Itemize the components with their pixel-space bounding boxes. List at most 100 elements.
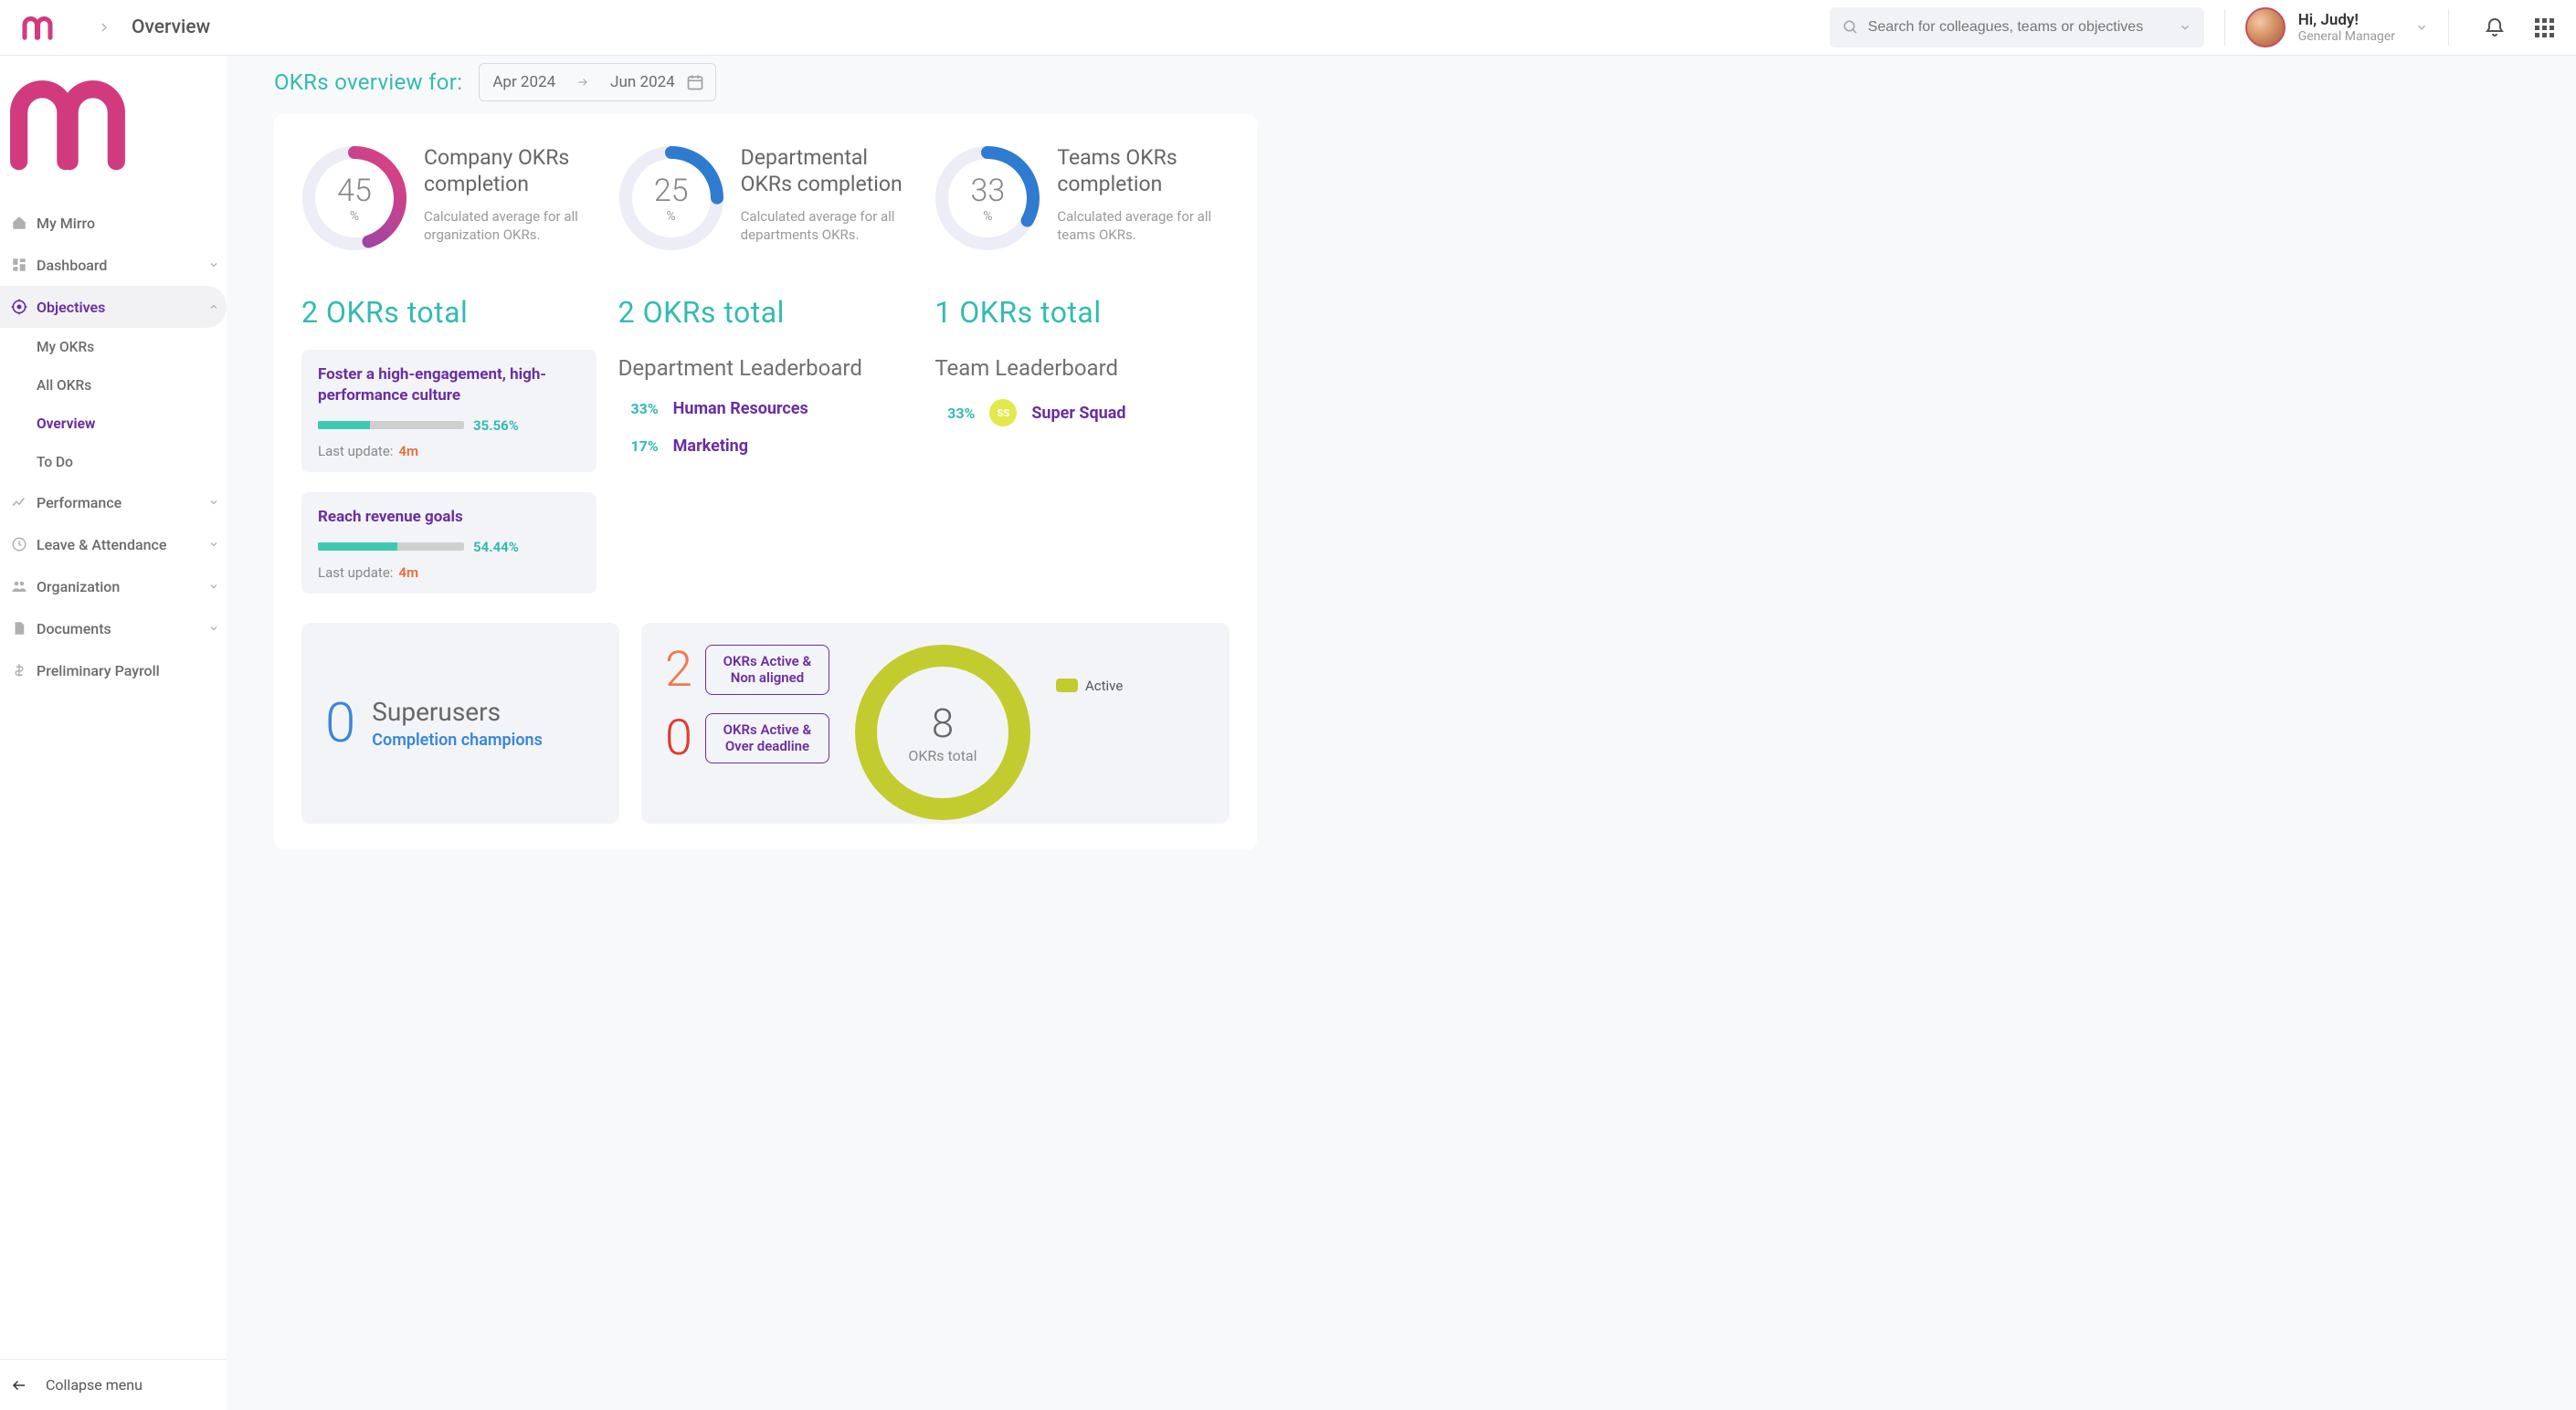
date-to: Jun 2024 xyxy=(610,73,675,91)
company-gauge-desc: Calculated average for all organization … xyxy=(424,207,596,245)
dept-gauge-desc: Calculated average for all departments O… xyxy=(741,207,913,245)
collapse-menu-button[interactable]: Collapse menu xyxy=(0,1359,227,1410)
last-update-label: Last update: xyxy=(318,443,393,459)
apps-menu-icon[interactable] xyxy=(2535,18,2554,37)
dollar-icon xyxy=(9,662,29,679)
sidebar-item-dashboard[interactable]: Dashboard xyxy=(0,244,227,286)
home-icon xyxy=(9,215,29,231)
okr-percent: 35.56% xyxy=(473,417,519,434)
arrow-right-icon xyxy=(575,76,590,89)
progress-bar xyxy=(318,542,464,551)
legend-swatch xyxy=(1056,679,1078,692)
avatar xyxy=(2245,7,2286,47)
leaderboard-pct: 33% xyxy=(934,405,975,422)
sidebar-sub-my-okrs[interactable]: My OKRs xyxy=(0,328,227,366)
sidebar-item-label: My Mirro xyxy=(37,215,95,232)
user-role: General Manager xyxy=(2298,29,2395,44)
company-gauge-value: 45 xyxy=(337,173,372,209)
okr-card[interactable]: Foster a high-engagement, high-performan… xyxy=(301,350,596,472)
okr-summary-card: 2 OKRs Active & Non aligned 0 OKRs Activ… xyxy=(641,623,1230,824)
sidebar-item-payroll[interactable]: Preliminary Payroll xyxy=(0,649,227,691)
superusers-card[interactable]: 0 Superusers Completion champions xyxy=(301,623,619,824)
okr-overview-card: 45% Company OKRs completion Calculated a… xyxy=(274,114,1257,849)
calendar-icon xyxy=(686,73,704,91)
chevron-down-icon xyxy=(2415,21,2428,34)
status-pill: OKRs Active & Over deadline xyxy=(705,713,829,764)
legend-label: Active xyxy=(1085,678,1123,694)
user-menu[interactable]: Hi, Judy! General Manager xyxy=(2245,7,2428,47)
okr-title: Reach revenue goals xyxy=(318,507,580,528)
progress-bar xyxy=(318,421,464,429)
company-completion-gauge: 45% xyxy=(301,145,407,251)
superusers-count: 0 xyxy=(325,696,355,751)
superusers-title: Superusers xyxy=(372,697,543,727)
leaderboard-row[interactable]: 33% Human Resources xyxy=(618,399,913,418)
sidebar-item-objectives[interactable]: Objectives xyxy=(0,286,227,328)
top-bar: Overview Hi, Judy! General Manager xyxy=(0,0,2576,56)
overview-title: OKRs overview for: xyxy=(274,69,462,95)
leaderboard-row[interactable]: 33% SS Super Squad xyxy=(934,399,1230,426)
team-badge: SS xyxy=(989,399,1017,426)
date-from: Apr 2024 xyxy=(492,73,555,91)
sidebar-sub-to-do[interactable]: To Do xyxy=(0,443,227,481)
okrs-total-count: 8 xyxy=(932,700,954,747)
collapse-label: Collapse menu xyxy=(46,1376,143,1394)
sidebar-item-performance[interactable]: Performance xyxy=(0,481,227,523)
leaderboard-name: Super Squad xyxy=(1031,404,1125,423)
page-title: Overview xyxy=(132,16,210,38)
teams-gauge-title: Teams OKRs completion xyxy=(1057,145,1230,198)
team-okrs-total: 1 OKRs total xyxy=(934,295,1230,330)
chevron-right-icon xyxy=(99,22,110,33)
last-update-age: 4m xyxy=(398,564,418,581)
sidebar-item-documents[interactable]: Documents xyxy=(0,607,227,649)
chevron-down-icon xyxy=(208,497,219,508)
okrs-total-ring: 8 OKRs total xyxy=(851,641,1034,824)
target-icon xyxy=(9,298,29,316)
legend-active: Active xyxy=(1056,678,1123,694)
notifications-button[interactable] xyxy=(2476,9,2513,46)
last-update-age: 4m xyxy=(398,443,418,459)
search-input[interactable] xyxy=(1868,19,2179,36)
leaderboard-name: Marketing xyxy=(673,437,748,456)
chevron-down-icon xyxy=(208,539,219,550)
arrow-left-icon xyxy=(9,1377,29,1394)
dashboard-icon xyxy=(9,257,29,273)
brand-logo[interactable] xyxy=(0,72,227,185)
bell-icon xyxy=(2484,16,2506,38)
dept-gauge-title: Departmental OKRs completion xyxy=(741,145,913,198)
status-pill: OKRs Active & Non aligned xyxy=(705,645,829,696)
status-active-overdeadline[interactable]: 0 OKRs Active & Over deadline xyxy=(665,710,829,767)
departmental-gauge-block: 25% Departmental OKRs completion Calcula… xyxy=(618,145,913,251)
okrs-total-label: OKRs total xyxy=(908,747,977,764)
sidebar-item-label: Preliminary Payroll xyxy=(37,662,160,679)
date-range-picker[interactable]: Apr 2024 Jun 2024 xyxy=(479,63,715,101)
status-count: 0 xyxy=(665,710,692,767)
dept-leaderboard-title: Department Leaderboard xyxy=(618,355,913,381)
brand-logo-small[interactable] xyxy=(22,7,62,47)
okr-card[interactable]: Reach revenue goals 54.44% Last update:4… xyxy=(301,492,596,594)
clock-icon xyxy=(9,536,29,552)
search-icon xyxy=(1842,19,1859,36)
user-greeting: Hi, Judy! xyxy=(2298,11,2395,29)
search-box[interactable] xyxy=(1830,7,2204,47)
sidebar-item-leave[interactable]: Leave & Attendance xyxy=(0,523,227,565)
status-count: 2 xyxy=(665,641,692,699)
document-icon xyxy=(9,620,29,637)
sidebar-item-organization[interactable]: Organization xyxy=(0,565,227,607)
sidebar-item-label: Performance xyxy=(37,494,121,511)
divider xyxy=(2224,9,2225,46)
leaderboard-pct: 33% xyxy=(618,400,659,417)
dept-gauge-value: 25 xyxy=(654,173,689,209)
sidebar-item-label: Dashboard xyxy=(37,257,107,274)
departmental-completion-gauge: 25% xyxy=(618,145,724,251)
sidebar-item-my-mirro[interactable]: My Mirro xyxy=(0,202,227,244)
trend-icon xyxy=(9,494,29,510)
okr-percent: 54.44% xyxy=(473,539,519,555)
teams-gauge-value: 33 xyxy=(970,173,1005,209)
sidebar-sub-all-okrs[interactable]: All OKRs xyxy=(0,366,227,405)
chevron-down-icon[interactable] xyxy=(2179,21,2191,34)
people-icon xyxy=(9,578,29,595)
sidebar-sub-overview[interactable]: Overview xyxy=(0,405,227,443)
leaderboard-row[interactable]: 17% Marketing xyxy=(618,437,913,456)
status-active-nonaligned[interactable]: 2 OKRs Active & Non aligned xyxy=(665,641,829,699)
